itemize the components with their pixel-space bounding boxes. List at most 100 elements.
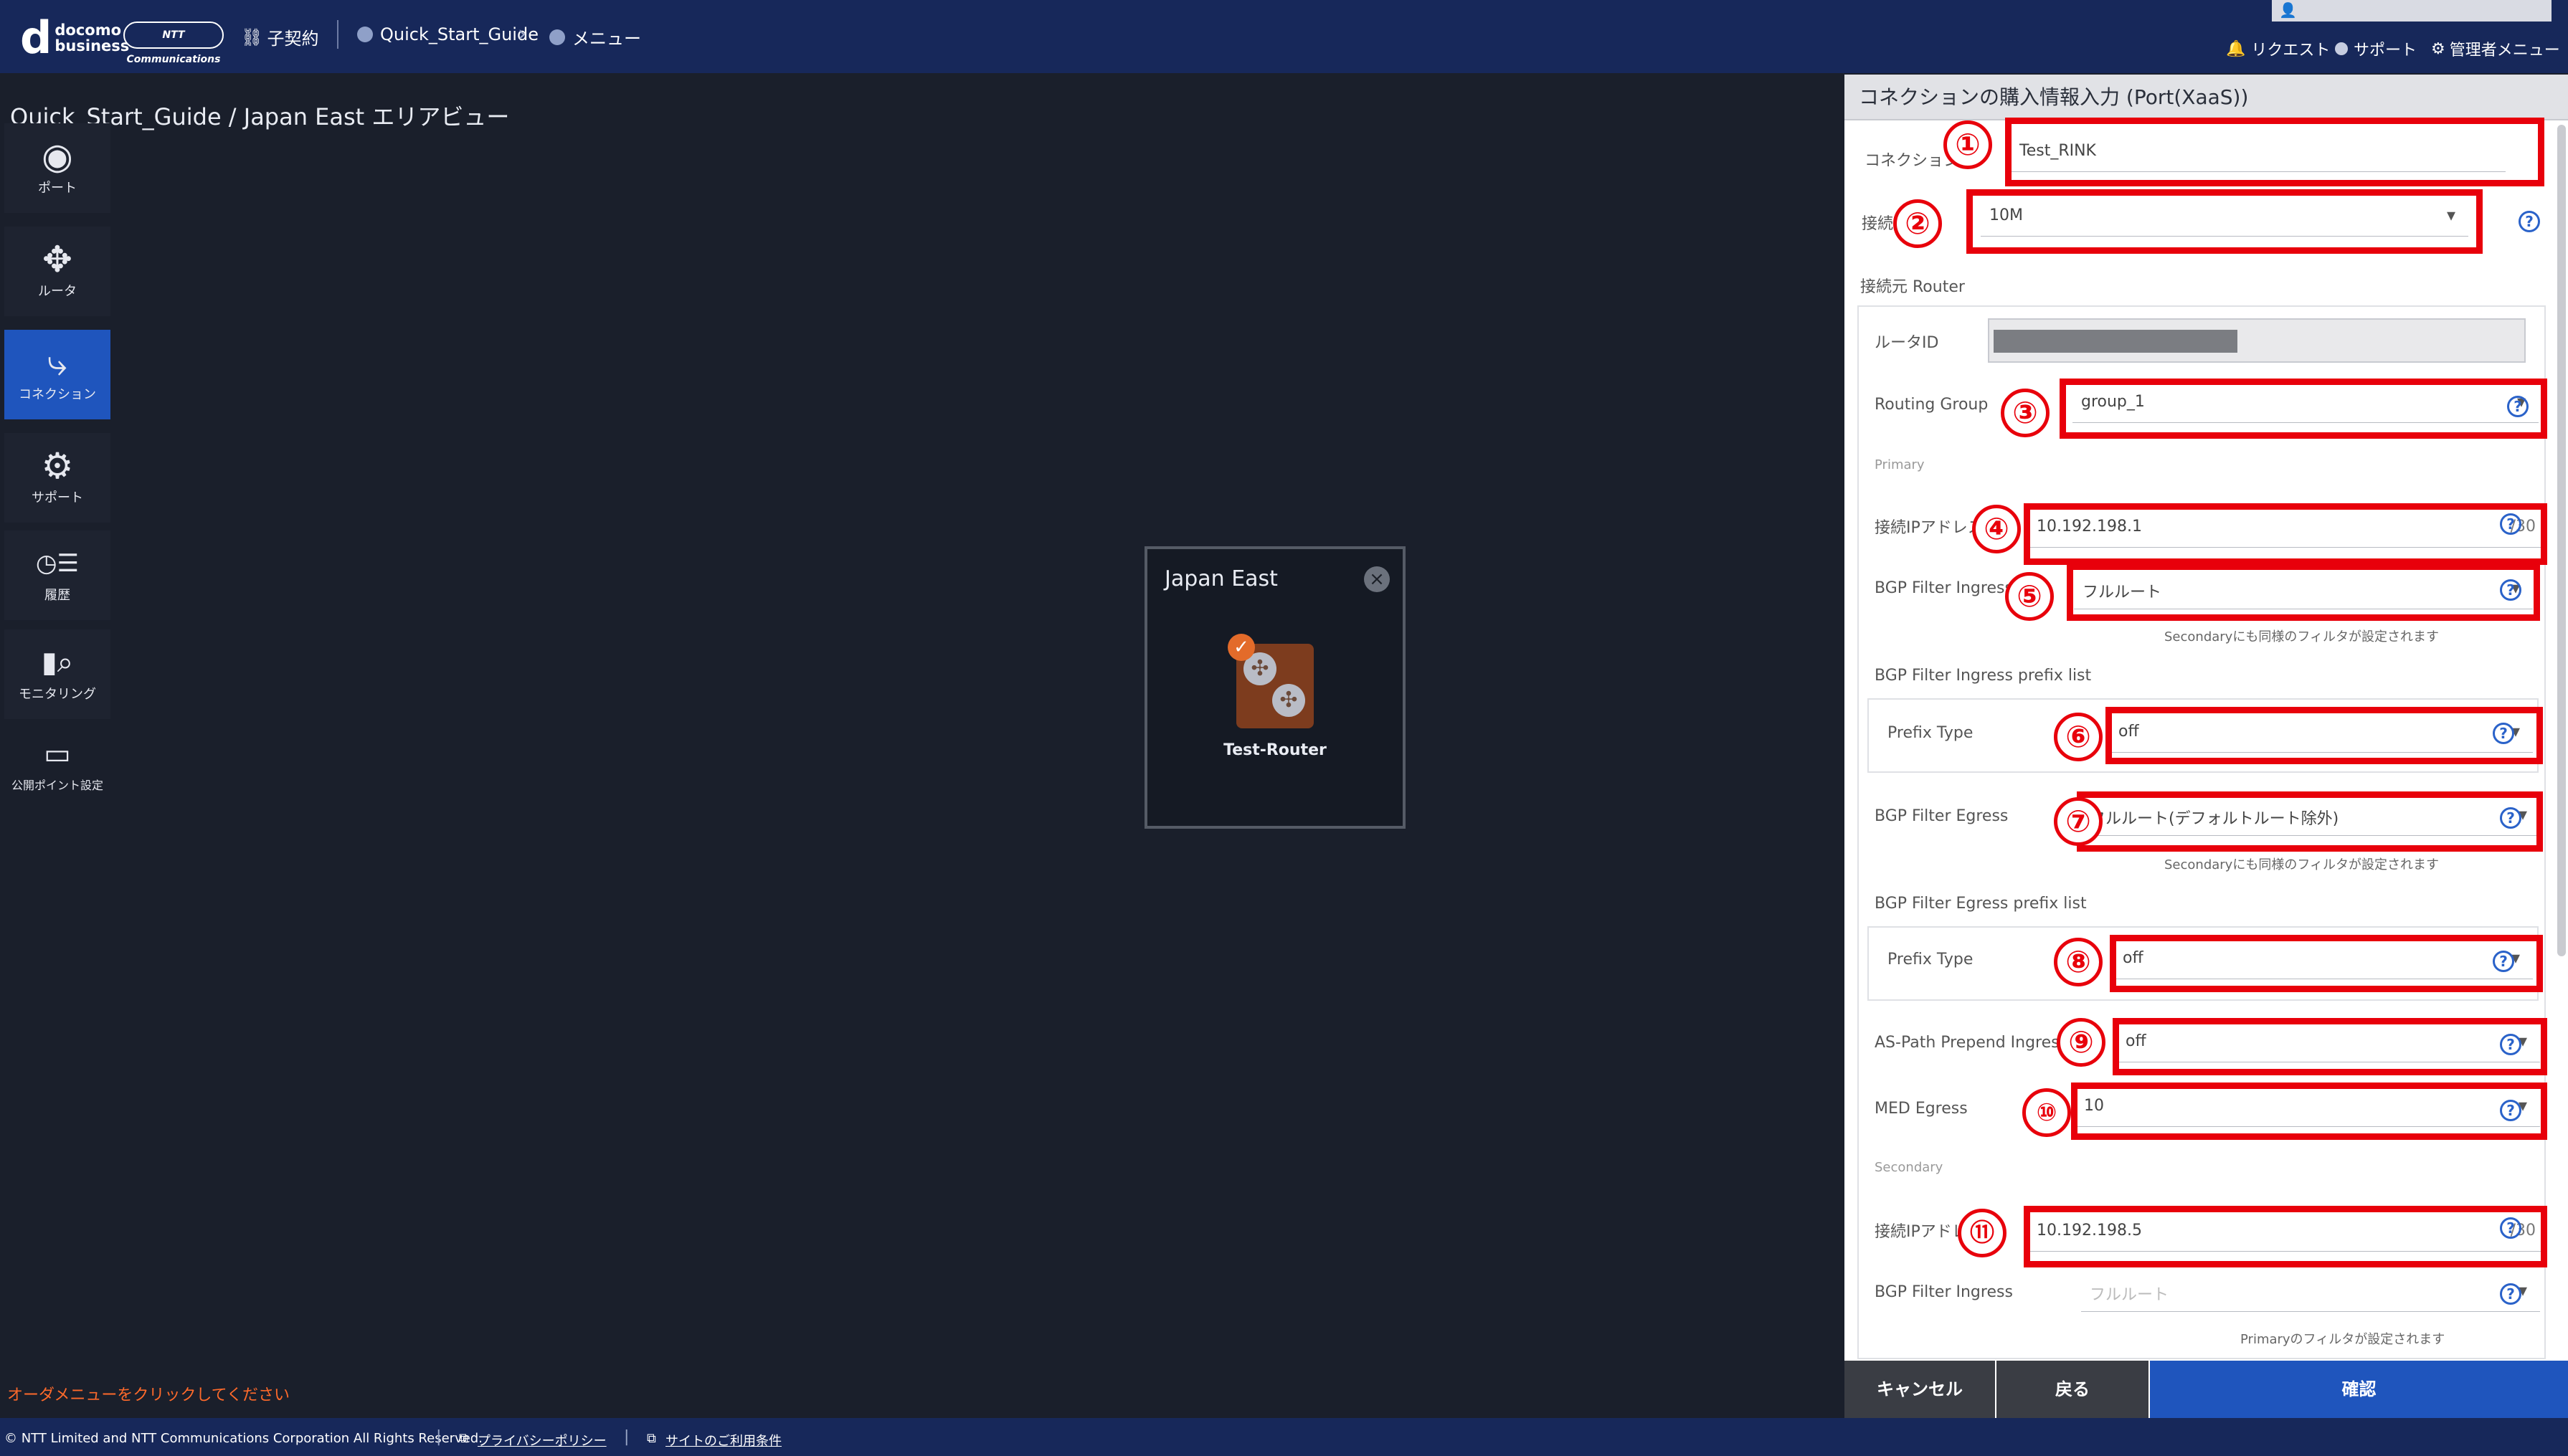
help-icon[interactable]: ? xyxy=(2500,579,2521,601)
footer: © NTT Limited and NTT Communications Cor… xyxy=(0,1418,2568,1456)
check-icon: ✓ xyxy=(1228,634,1255,661)
bgp-ingress-note: Secondaryにも同様のフィルタが設定されます xyxy=(2164,629,2439,644)
top-bar: d docomo business NTT Communications ⛓ 子… xyxy=(0,0,2568,73)
sidebar-item-monitoring[interactable]: ▮⌕ モニタリング xyxy=(4,629,110,719)
callout-box xyxy=(2113,1018,2547,1075)
breadcrumb-menu[interactable]: メニュー xyxy=(549,24,641,49)
callout-number-11: ⑪ xyxy=(1958,1209,2006,1257)
external-link-icon: ⧉ xyxy=(459,1431,468,1446)
ingress-prefix-list-label: BGP Filter Ingress prefix list xyxy=(1875,667,2092,685)
callout-number-7: ⑦ xyxy=(2054,797,2103,846)
panel-title: コネクションの購入情報入力 (Port(XaaS)) xyxy=(1844,75,2568,120)
admin-menu-link[interactable]: ⚙ 管理者メニュー xyxy=(2431,37,2560,60)
callout-number-9: ⑨ xyxy=(2057,1018,2105,1067)
callout-box xyxy=(1966,189,2483,254)
help-icon[interactable]: ? xyxy=(2500,807,2521,829)
help-icon[interactable]: ? xyxy=(2500,513,2521,535)
logo-mark: d xyxy=(20,11,52,64)
help-icon[interactable]: ? xyxy=(2493,951,2514,972)
callout-box xyxy=(2067,563,2540,621)
copyright: © NTT Limited and NTT Communications Cor… xyxy=(4,1431,483,1446)
divider xyxy=(337,20,338,49)
ntt-logo: NTT Communications xyxy=(123,22,224,65)
monitoring-icon: ▮⌕ xyxy=(41,646,74,679)
help-icon[interactable]: ? xyxy=(2500,1283,2521,1305)
secondary-label: Secondary xyxy=(1875,1160,1943,1175)
callout-box xyxy=(2110,935,2543,992)
confirm-button[interactable]: 確認 xyxy=(2150,1361,2568,1418)
divider: | xyxy=(624,1428,630,1446)
sidebar-item-router[interactable]: ✥ ルータ xyxy=(4,227,110,316)
sidebar-item-label: ポート xyxy=(38,181,77,196)
support-label: サポート xyxy=(2354,42,2417,60)
help-icon[interactable]: ? xyxy=(2500,1034,2521,1055)
help-icon[interactable]: ? xyxy=(2500,1100,2521,1121)
sidebar-item-connection[interactable]: ⤷ コネクション xyxy=(4,330,110,419)
as-path-label: AS-Path Prepend Ingress xyxy=(1875,1034,2068,1052)
divider: | xyxy=(436,1428,442,1446)
callout-box xyxy=(2060,379,2547,439)
callout-number-5: ⑤ xyxy=(2005,572,2054,621)
sidebar-item-public-point[interactable]: ▭ 公開ポイント設定 xyxy=(4,731,110,810)
close-icon[interactable]: × xyxy=(1364,566,1390,592)
connection-icon: ⤷ xyxy=(47,342,67,384)
sidebar-item-port[interactable]: ◉ ポート xyxy=(4,123,110,213)
prefix-type-label: Prefix Type xyxy=(1887,724,1974,742)
callout-box xyxy=(2071,1083,2547,1140)
admin-label: 管理者メニュー xyxy=(2449,42,2560,60)
callout-number-4: ④ xyxy=(1972,505,2021,553)
user-account-box[interactable] xyxy=(2272,0,2552,22)
secondary-bgp-ingress-select: フルルート xyxy=(2081,1272,2540,1312)
routing-group-label: Routing Group xyxy=(1875,396,1989,414)
router-id-label: ルータID xyxy=(1875,334,1939,352)
connection-purchase-panel: コネクションの購入情報入力 (Port(XaaS)) コネクション名 Test_… xyxy=(1844,75,2568,1418)
scrollbar[interactable] xyxy=(2557,125,2566,956)
breadcrumb-project[interactable]: Quick_Start_Guide xyxy=(357,24,539,44)
sidebar-item-label: 履歴 xyxy=(44,588,70,603)
router-label: Test-Router xyxy=(1223,741,1327,759)
callout-number-10: ⑩ xyxy=(2022,1088,2071,1137)
callout-box xyxy=(2024,1206,2547,1267)
external-link-icon: ⧉ xyxy=(647,1431,656,1446)
callout-number-3: ③ xyxy=(2001,389,2050,437)
contract-label: 子契約 xyxy=(267,29,319,49)
prefix-type-label: Prefix Type xyxy=(1887,951,1974,969)
menu-icon xyxy=(549,29,565,45)
help-icon[interactable]: ? xyxy=(2507,396,2529,417)
project-icon xyxy=(357,27,373,42)
action-bar: キャンセル 戻る 確認 xyxy=(1844,1361,2568,1418)
help-icon xyxy=(2335,42,2348,55)
port-icon: ◉ xyxy=(42,135,73,177)
back-button[interactable]: 戻る xyxy=(1996,1361,2148,1418)
cancel-button[interactable]: キャンセル xyxy=(1844,1361,1995,1418)
order-hint: オーダメニューをクリックしてください xyxy=(7,1386,290,1404)
bell-icon: 🔔 xyxy=(2226,39,2246,58)
request-link[interactable]: 🔔 リクエスト xyxy=(2226,37,2330,60)
sidebar-item-label: 公開ポイント設定 xyxy=(11,779,103,792)
callout-box xyxy=(2077,791,2543,852)
history-icon: ◷☰ xyxy=(35,549,80,578)
bgp-ingress-label: BGP Filter Ingress xyxy=(1875,579,2013,597)
chevron-right-icon: › xyxy=(518,22,526,47)
bgp-egress-note: Secondaryにも同様のフィルタが設定されます xyxy=(2164,857,2439,872)
callout-box xyxy=(2105,707,2543,764)
callout-number-6: ⑥ xyxy=(2054,713,2103,761)
contract-link[interactable]: ⛓ 子契約 xyxy=(241,24,318,49)
sidebar-item-label: ルータ xyxy=(38,284,77,299)
gear-icon: ⚙ xyxy=(2431,39,2445,58)
help-icon[interactable]: ? xyxy=(2493,723,2514,744)
docomo-business-logo[interactable]: d docomo business xyxy=(20,16,129,60)
help-icon[interactable]: ? xyxy=(2500,1217,2521,1239)
privacy-link[interactable]: プライバシーポリシー xyxy=(478,1431,607,1450)
user-icon: 👤 xyxy=(2279,1,2297,19)
sidebar-item-history[interactable]: ◷☰ 履歴 xyxy=(4,530,110,620)
sidebar-item-support[interactable]: ⚙ サポート xyxy=(4,433,110,523)
redacted-value xyxy=(1994,330,2237,353)
help-icon[interactable]: ? xyxy=(2519,211,2540,232)
terms-link[interactable]: サイトのご利用条件 xyxy=(665,1431,782,1450)
bgp-egress-label: BGP Filter Egress xyxy=(1875,807,2009,825)
callout-number-8: ⑧ xyxy=(2054,938,2103,986)
support-link[interactable]: サポート xyxy=(2335,37,2417,60)
sidebar-item-label: コネクション xyxy=(19,387,96,402)
router-gear-icon: ✣ xyxy=(1272,684,1305,717)
